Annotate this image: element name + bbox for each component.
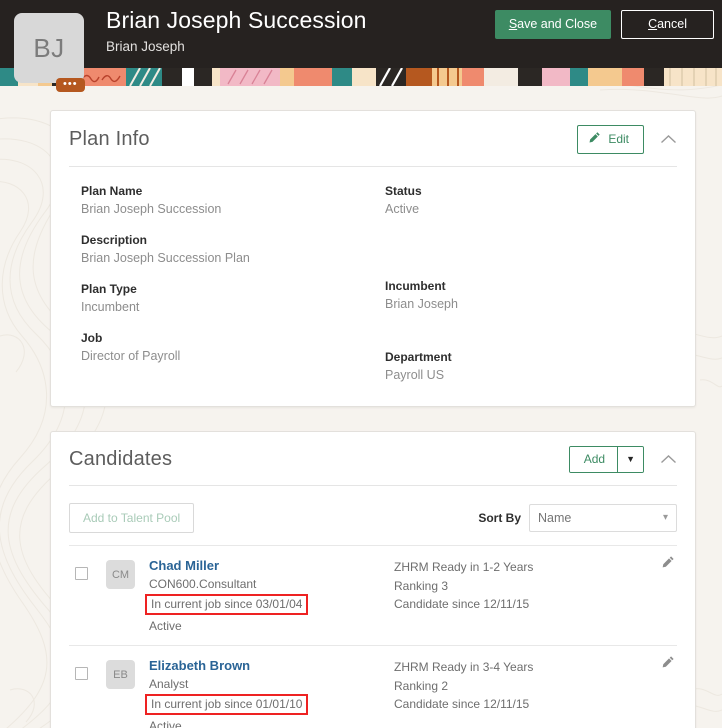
field-label: Plan Name (81, 184, 143, 198)
field-value: Incumbent (81, 300, 140, 314)
edit-button-label: Edit (608, 132, 629, 146)
candidate-status: Active (149, 719, 182, 728)
field-value: Director of Payroll (81, 349, 181, 363)
field-label: Description (81, 233, 148, 247)
avatar: CM (106, 560, 135, 589)
candidates-list: CM Chad Miller CON600.Consultant In curr… (51, 545, 695, 728)
candidate-ranking: Ranking 2 (394, 678, 449, 693)
candidates-title: Candidates (69, 448, 173, 470)
field-value: Brian Joseph (385, 297, 458, 311)
save-button-label: ave and Close (517, 17, 598, 31)
candidate-status: Active (149, 619, 182, 633)
avatar-container: BJ ••• (14, 13, 85, 92)
field-plan-name: Plan Name Brian Joseph Succession (81, 183, 373, 218)
pencil-icon[interactable] (661, 655, 675, 674)
header-actions: Save and Close Cancel (494, 10, 714, 39)
candidate-primary-info: Chad Miller CON600.Consultant In current… (145, 557, 394, 635)
save-accesskey-letter: S (508, 17, 518, 31)
plan-info-fields: Plan Name Brian Joseph Succession Descri… (51, 167, 695, 406)
candidate-readiness: ZHRM Ready in 1-2 Years (394, 560, 534, 574)
row-checkbox[interactable] (75, 567, 88, 580)
candidates-toolbar: Add to Talent Pool Sort By Name ▾ (51, 486, 695, 545)
in-current-job-since-highlight: In current job since 01/01/10 (145, 694, 309, 715)
row-checkbox[interactable] (75, 667, 88, 680)
table-row[interactable]: EB Elizabeth Brown Analyst In current jo… (69, 645, 677, 728)
field-incumbent: Incumbent Brian Joseph (385, 278, 677, 313)
field-value: Payroll US (385, 368, 445, 382)
in-current-job-since-highlight: In current job since 03/01/04 (145, 594, 309, 615)
plan-info-right-column: Status Active Incumbent Brian Joseph Dep… (373, 183, 677, 384)
field-value: Active (385, 202, 420, 216)
chevron-down-icon: ▾ (662, 512, 668, 523)
avatar-actions-badge[interactable]: ••• (56, 78, 85, 92)
field-label: Status (385, 184, 422, 198)
field-label: Job (81, 331, 103, 345)
candidate-secondary-info: ZHRM Ready in 3-4 Years Ranking 2 Candid… (394, 657, 677, 714)
cancel-button[interactable]: Cancel (621, 10, 714, 39)
app-header: Brian Joseph Succession Brian Joseph Sav… (0, 0, 722, 68)
main-content: Plan Info Edit Plan Name Brian Joseph Su… (0, 86, 722, 728)
pencil-icon (588, 131, 601, 148)
sort-by-value: Name (538, 511, 572, 525)
sort-by-label: Sort By (478, 511, 521, 525)
candidate-primary-info: Elizabeth Brown Analyst In current job s… (145, 657, 394, 728)
field-label: Department (385, 350, 452, 364)
page-title: Brian Joseph Succession (106, 7, 367, 33)
field-value: Brian Joseph Succession Plan (81, 251, 250, 265)
plan-info-title: Plan Info (69, 128, 150, 150)
sort-by-control: Sort By Name ▾ (478, 504, 677, 532)
field-status: Status Active (385, 183, 677, 218)
chevron-up-icon[interactable] (660, 134, 677, 145)
page-subtitle: Brian Joseph (106, 39, 185, 54)
table-row[interactable]: CM Chad Miller CON600.Consultant In curr… (69, 545, 677, 645)
cancel-button-label: ancel (657, 17, 687, 31)
header-title-block: Brian Joseph Succession Brian Joseph (106, 5, 367, 56)
candidates-card: Candidates Add ▼ Add to Talent Pool Sort… (50, 431, 696, 728)
plan-info-header: Plan Info Edit (51, 111, 695, 154)
field-label: Incumbent (385, 279, 446, 293)
sort-by-select[interactable]: Name ▾ (529, 504, 677, 532)
add-to-talent-pool-button[interactable]: Add to Talent Pool (69, 503, 195, 533)
chevron-up-icon[interactable] (660, 454, 677, 465)
avatar: EB (106, 660, 135, 689)
field-plan-type: Plan Type Incumbent (81, 281, 373, 316)
plan-info-left-column: Plan Name Brian Joseph Succession Descri… (69, 183, 373, 384)
pencil-icon[interactable] (661, 555, 675, 574)
candidate-secondary-info: ZHRM Ready in 1-2 Years Ranking 3 Candid… (394, 557, 677, 614)
save-and-close-button[interactable]: Save and Close (494, 10, 612, 39)
edit-plan-info-button[interactable]: Edit (577, 125, 644, 154)
candidate-job: Analyst (149, 677, 189, 691)
candidate-since: Candidate since 12/11/15 (394, 697, 530, 711)
field-value: Brian Joseph Succession (81, 202, 222, 216)
field-description: Description Brian Joseph Succession Plan (81, 232, 373, 267)
caret-down-icon[interactable]: ▼ (617, 447, 643, 472)
candidate-since: Candidate since 12/11/15 (394, 597, 530, 611)
candidate-name-link[interactable]: Chad Miller (149, 557, 219, 575)
field-label: Plan Type (81, 282, 137, 296)
add-candidate-split-button[interactable]: Add ▼ (568, 446, 644, 473)
candidate-name-link[interactable]: Elizabeth Brown (149, 657, 250, 675)
avatar: BJ (14, 13, 84, 83)
plan-info-card: Plan Info Edit Plan Name Brian Joseph Su… (50, 110, 696, 407)
add-button[interactable]: Add (569, 447, 618, 472)
decorative-banner-strip (0, 68, 722, 86)
candidate-ranking: Ranking 3 (394, 578, 449, 593)
candidate-job: CON600.Consultant (149, 577, 257, 591)
field-job: Job Director of Payroll (81, 330, 373, 365)
candidates-header: Candidates Add ▼ (51, 432, 695, 473)
cancel-accesskey-letter: C (648, 17, 658, 31)
candidate-readiness: ZHRM Ready in 3-4 Years (394, 660, 534, 674)
field-department: Department Payroll US (385, 349, 677, 384)
